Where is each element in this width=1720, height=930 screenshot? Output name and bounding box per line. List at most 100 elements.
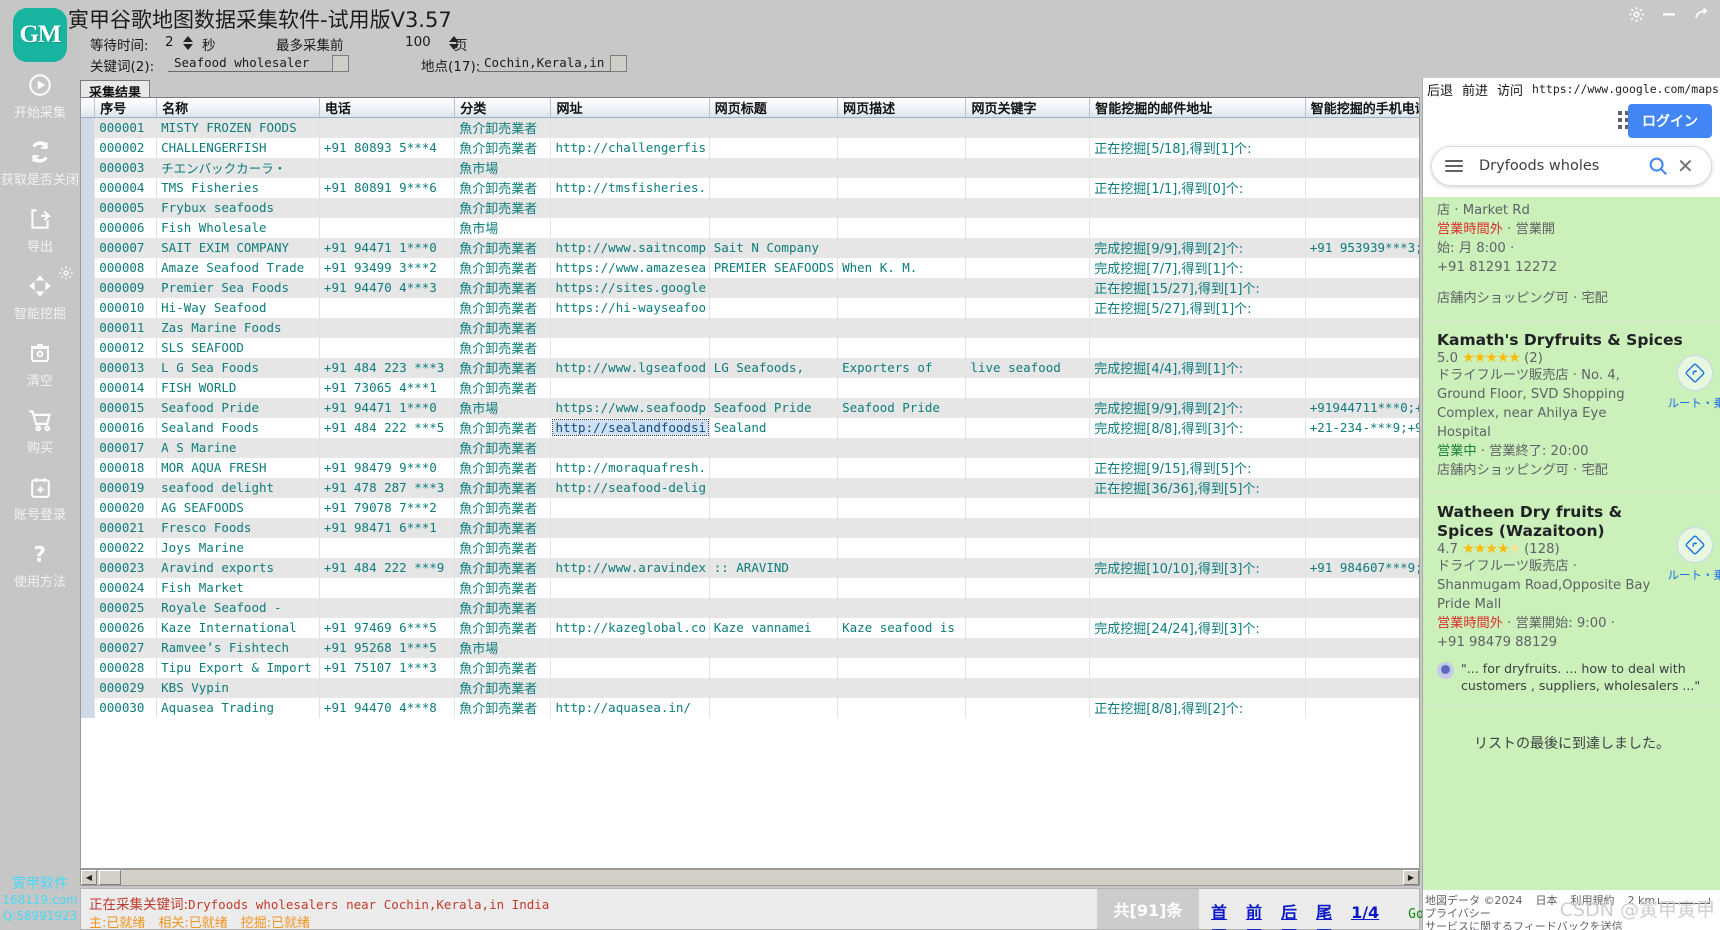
cell-名称[interactable]: SAIT EXIM COMPANY — [156, 237, 320, 258]
cell-智能挖掘的手机电话[interactable]: +91 953939***3;005501-12*** — [1305, 237, 1419, 258]
cell-网址[interactable] — [550, 377, 710, 398]
cell-名称[interactable]: Frybux seafoods — [156, 197, 320, 218]
cell-智能挖掘的手机电话[interactable] — [1305, 677, 1419, 698]
cell-序号[interactable]: 000015 — [94, 397, 158, 418]
table-row[interactable]: 000019 seafood delight +91 478 287 ***3 魚介卸… — [81, 477, 1419, 498]
cell-分类[interactable]: 魚市場 — [454, 157, 552, 178]
cell-分类[interactable]: 魚介卸売業者 — [454, 137, 552, 158]
sidebar-item-purchase[interactable]: 购买 — [0, 405, 80, 456]
cell-智能挖掘的邮件地址[interactable] — [1089, 497, 1306, 518]
row-handle[interactable] — [81, 297, 96, 318]
cell-智能挖掘的邮件地址[interactable] — [1089, 677, 1306, 698]
column-header-8[interactable]: 智能挖掘的邮件地址 — [1089, 98, 1306, 118]
cell-智能挖掘的手机电话[interactable] — [1305, 697, 1419, 718]
cell-智能挖掘的手机电话[interactable] — [1305, 377, 1419, 398]
browser-visit-button[interactable]: 访问 — [1497, 80, 1523, 99]
cell-名称[interactable]: A S Marine — [156, 437, 320, 458]
cell-网址[interactable] — [550, 677, 710, 698]
sidebar-item-clear[interactable]: 清空 — [0, 338, 80, 389]
cell-网页标题[interactable] — [709, 277, 839, 298]
directions-diamond-icon[interactable] — [1677, 527, 1713, 563]
cell-智能挖掘的邮件地址[interactable]: 完成挖掘[10/10],得到[3]个: — [1089, 557, 1306, 578]
cell-网页标题[interactable] — [709, 597, 839, 618]
cell-分类[interactable]: 魚介卸売業者 — [454, 517, 552, 538]
list-item[interactable]: Kamath's Dryfruits & Spices 5.0 ★★★★★ (2… — [1423, 321, 1720, 493]
cell-智能挖掘的手机电话[interactable] — [1305, 497, 1419, 518]
selected-cell[interactable]: http://sealandfoodsi — [552, 419, 709, 436]
cell-网页描述[interactable] — [837, 217, 967, 238]
search-icon[interactable] — [1647, 155, 1669, 177]
row-handle[interactable] — [81, 537, 96, 558]
table-row[interactable]: 000006 Fish Wholesale 魚市場 — [81, 217, 1419, 238]
column-header-0[interactable]: 序号 — [94, 98, 158, 118]
results-grid[interactable]: 序号 名称 电话 分类 网址 网页标题 网页描述 网页关键字 智能挖掘的邮件地址 智能挖掘的手机电… — [80, 97, 1420, 869]
grid-horizontal-scrollbar[interactable]: ◀ ▶ — [80, 869, 1420, 886]
cell-网页描述[interactable] — [837, 577, 967, 598]
cell-网址[interactable] — [550, 157, 710, 178]
cell-网页关键字[interactable] — [965, 477, 1091, 498]
row-handle[interactable] — [81, 497, 96, 518]
cell-网址[interactable] — [550, 197, 710, 218]
cell-网页标题[interactable] — [709, 577, 839, 598]
cell-网页标题[interactable] — [709, 217, 839, 238]
cell-名称[interactable]: Royale Seafood - — [156, 597, 320, 618]
row-handle[interactable] — [81, 317, 96, 338]
row-handle[interactable] — [81, 397, 96, 418]
cell-智能挖掘的邮件地址[interactable] — [1089, 437, 1306, 458]
cell-智能挖掘的邮件地址[interactable] — [1089, 117, 1306, 138]
cell-名称[interactable]: Aquasea Trading — [156, 697, 320, 718]
row-handle[interactable] — [81, 117, 96, 138]
cell-智能挖掘的手机电话[interactable] — [1305, 337, 1419, 358]
cell-智能挖掘的邮件地址[interactable] — [1089, 657, 1306, 678]
cell-序号[interactable]: 000017 — [94, 437, 158, 458]
cell-智能挖掘的邮件地址[interactable]: 正在挖掘[1/1],得到[0]个: — [1089, 177, 1306, 198]
cell-网页关键字[interactable] — [965, 237, 1091, 258]
row-handle[interactable] — [81, 677, 96, 698]
table-row[interactable]: 000021 Fresco Foods +91 98471 6***1 魚介卸売業者 — [81, 517, 1419, 538]
cell-网页关键字[interactable] — [965, 197, 1091, 218]
cell-智能挖掘的手机电话[interactable] — [1305, 517, 1419, 538]
cell-网页标题[interactable] — [709, 517, 839, 538]
cell-分类[interactable]: 魚介卸売業者 — [454, 417, 552, 438]
cell-序号[interactable]: 000011 — [94, 317, 158, 338]
cell-电话[interactable]: +91 93499 3***2 — [319, 257, 456, 278]
sidebar-item-export[interactable]: 导出 — [0, 204, 80, 255]
gear-icon[interactable] — [1626, 4, 1646, 24]
row-handle[interactable] — [81, 697, 96, 718]
cell-智能挖掘的邮件地址[interactable] — [1089, 197, 1306, 218]
cell-网页关键字[interactable] — [965, 557, 1091, 578]
cell-电话[interactable]: +91 484 222 ***5 — [319, 417, 456, 438]
cell-网页描述[interactable] — [837, 137, 967, 158]
table-row[interactable]: 000022 Joys Marine 魚介卸売業者 — [81, 537, 1419, 558]
cell-分类[interactable]: 魚介卸売業者 — [454, 537, 552, 558]
cell-网页标题[interactable] — [709, 477, 839, 498]
row-handle[interactable] — [81, 177, 96, 198]
cell-序号[interactable]: 000014 — [94, 377, 158, 398]
list-item[interactable]: 店 · Market Rd 営業時間外 · 営業開 始: 月 8:00 · +9… — [1423, 197, 1720, 321]
cell-智能挖掘的手机电话[interactable] — [1305, 217, 1419, 238]
cell-网页关键字[interactable] — [965, 137, 1091, 158]
table-row[interactable]: 000027 Ramvee’s Fishtech +91 95268 1***5 魚市… — [81, 637, 1419, 658]
cell-网页关键字[interactable] — [965, 337, 1091, 358]
table-row[interactable]: 000017 A S Marine 魚介卸売業者 — [81, 437, 1419, 458]
cell-智能挖掘的手机电话[interactable] — [1305, 597, 1419, 618]
keyword-picker-button[interactable] — [332, 55, 349, 72]
table-row[interactable]: 000018 MOR AQUA FRESH +91 98479 9***0 魚介卸売業… — [81, 457, 1419, 478]
cell-分类[interactable]: 魚介卸売業者 — [454, 177, 552, 198]
table-row[interactable]: 000029 KBS Vypin 魚介卸売業者 — [81, 677, 1419, 698]
cell-网页标题[interactable] — [709, 537, 839, 558]
table-row[interactable]: 000008 Amaze Seafood Trade +91 93499 3***2… — [81, 257, 1419, 278]
cell-电话[interactable]: +91 80891 9***6 — [319, 177, 456, 198]
cell-智能挖掘的手机电话[interactable] — [1305, 317, 1419, 338]
cell-分类[interactable]: 魚介卸売業者 — [454, 437, 552, 458]
maps-search-bar[interactable]: Dryfoods wholes ✕ — [1431, 146, 1712, 186]
cell-分类[interactable]: 魚市場 — [454, 217, 552, 238]
cell-名称[interactable]: Hi-Way Seafood — [156, 297, 320, 318]
cell-网页标题[interactable] — [709, 437, 839, 458]
sidebar-item-smart-mining[interactable]: 智能挖掘 — [0, 266, 80, 322]
cell-名称[interactable]: Sealand Foods — [156, 417, 320, 438]
cell-网址[interactable]: http://www.saitncomp — [550, 237, 710, 258]
cell-序号[interactable]: 000004 — [94, 177, 158, 198]
cell-网页描述[interactable] — [837, 277, 967, 298]
cell-序号[interactable]: 000002 — [94, 137, 158, 158]
